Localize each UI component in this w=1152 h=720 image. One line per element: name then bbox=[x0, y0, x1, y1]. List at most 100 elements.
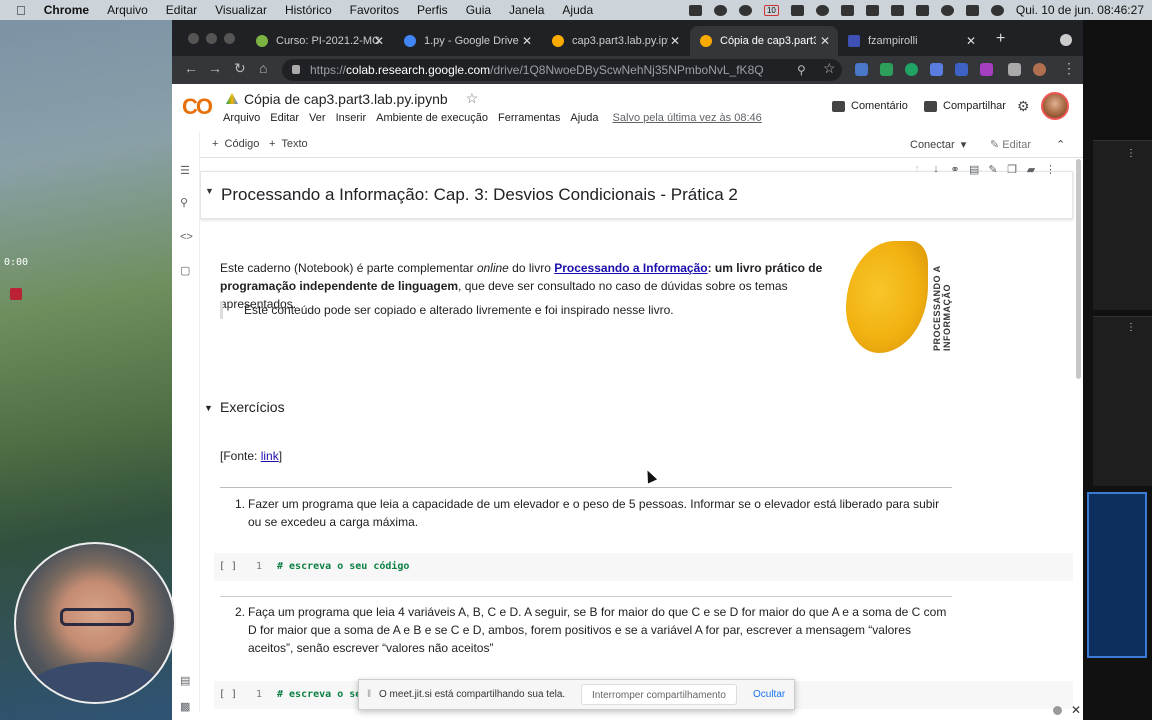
colab-menu-ajuda[interactable]: Ajuda bbox=[570, 112, 598, 124]
book-link[interactable]: Processando a Informação bbox=[554, 261, 707, 275]
record-stop-button[interactable] bbox=[10, 288, 22, 300]
tab-close-icon[interactable]: ✕ bbox=[966, 34, 976, 48]
tab-search-icon[interactable] bbox=[1060, 34, 1072, 46]
more-icon[interactable]: ⋮ bbox=[1126, 148, 1136, 159]
forward-icon[interactable]: → bbox=[208, 60, 222, 76]
last-saved-status[interactable]: Salvo pela última vez às 08:46 bbox=[613, 112, 762, 124]
files-folder-icon[interactable]: ▢ bbox=[180, 266, 192, 277]
code-comment[interactable]: # escreva o seu código bbox=[277, 561, 409, 572]
menu-guia[interactable]: Guia bbox=[466, 3, 491, 17]
menu-app-name[interactable]: Chrome bbox=[44, 3, 89, 17]
link-icon[interactable]: ⚭ bbox=[950, 163, 960, 176]
menu-editar[interactable]: Editar bbox=[166, 3, 197, 17]
profile-avatar-icon[interactable] bbox=[1033, 63, 1046, 76]
browser-tab-active[interactable]: Cópia de cap3.part3 ✕ bbox=[690, 26, 838, 56]
menu-clock[interactable]: Qui. 10 de jun. 08:46:27 bbox=[1016, 3, 1144, 17]
tab-close-icon[interactable]: ✕ bbox=[820, 34, 830, 48]
close-icon[interactable]: ✕ bbox=[1071, 703, 1081, 717]
cloud-icon[interactable] bbox=[790, 4, 804, 16]
drive-extension-icon[interactable] bbox=[880, 63, 893, 76]
comment-button[interactable]: Comentário bbox=[832, 100, 908, 112]
collapse-chevron-icon[interactable]: ⌃ bbox=[1056, 138, 1065, 151]
menu-janela[interactable]: Janela bbox=[509, 3, 544, 17]
lock-icon[interactable] bbox=[292, 65, 300, 74]
stop-sharing-button[interactable]: Interromper compartilhamento bbox=[581, 684, 737, 705]
run-cell-button[interactable]: [ ] bbox=[219, 561, 237, 572]
extension-icon[interactable] bbox=[930, 63, 943, 76]
reload-icon[interactable]: ↻ bbox=[234, 60, 246, 77]
connect-button[interactable]: Conectar ▾ bbox=[910, 138, 966, 151]
window-minimize-button[interactable] bbox=[206, 33, 217, 44]
browser-menu-icon[interactable]: ⋮ bbox=[1062, 60, 1076, 77]
notebook-scrollbar[interactable] bbox=[1076, 159, 1081, 379]
notebook-title[interactable]: Cópia de cap3.part3.lab.py.ipynb bbox=[244, 91, 448, 107]
browser-tab[interactable]: fzampirolli ✕ bbox=[838, 26, 984, 56]
colab-menu-ambiente[interactable]: Ambiente de execução bbox=[376, 112, 488, 124]
drag-handle-icon[interactable]: ‖ bbox=[367, 689, 371, 700]
notification-extension-icon[interactable] bbox=[980, 63, 993, 76]
settings-gear-icon[interactable]: ⚙ bbox=[1017, 98, 1030, 115]
more-icon[interactable]: ⋮ bbox=[1126, 322, 1136, 333]
new-tab-button[interactable]: + bbox=[996, 30, 1005, 48]
move-down-icon[interactable]: ↓ bbox=[931, 163, 941, 176]
address-bar[interactable]: https://colab.research.google.com/drive/… bbox=[282, 59, 842, 81]
battery-icon[interactable] bbox=[890, 4, 904, 16]
calendar-icon[interactable]: 10 bbox=[763, 4, 779, 16]
menu-ajuda[interactable]: Ajuda bbox=[562, 3, 593, 17]
volume-icon[interactable] bbox=[840, 4, 854, 16]
move-up-icon[interactable]: ↑ bbox=[912, 163, 922, 176]
copy-icon[interactable]: ❐ bbox=[1007, 163, 1017, 176]
search-icon[interactable]: ⚲ bbox=[797, 63, 806, 77]
hide-button[interactable]: Ocultar bbox=[753, 689, 785, 700]
colab-menu-inserir[interactable]: Inserir bbox=[336, 112, 367, 124]
edit-mode-button[interactable]: ✎ Editar bbox=[990, 138, 1031, 151]
browser-tab[interactable]: 1.py - Google Drive ✕ bbox=[394, 26, 540, 56]
more-icon[interactable]: ⋮ bbox=[1045, 163, 1056, 176]
apple-icon[interactable]:  bbox=[16, 3, 26, 18]
add-code-button[interactable]: + Código bbox=[212, 138, 259, 150]
back-icon[interactable]: ← bbox=[184, 60, 198, 76]
background-window[interactable] bbox=[1093, 316, 1152, 486]
share-button[interactable]: Compartilhar bbox=[924, 100, 1006, 112]
browser-tab[interactable]: Curso: PI-2021.2-MC ✕ bbox=[246, 26, 392, 56]
siri-icon[interactable] bbox=[990, 4, 1004, 16]
add-text-button[interactable]: + Texto bbox=[269, 138, 308, 150]
delete-icon[interactable]: ▰ bbox=[1026, 163, 1036, 176]
star-icon[interactable]: ☆ bbox=[466, 90, 479, 107]
colab-menu-editar[interactable]: Editar bbox=[270, 112, 299, 124]
gear-icon[interactable] bbox=[738, 4, 752, 16]
home-icon[interactable]: ⌂ bbox=[259, 60, 267, 76]
run-cell-button[interactable]: [ ] bbox=[219, 689, 237, 700]
edit-pencil-icon[interactable]: ✎ bbox=[988, 163, 998, 176]
comment-icon[interactable]: ▤ bbox=[969, 163, 979, 176]
colab-menu-ferramentas[interactable]: Ferramentas bbox=[498, 112, 560, 124]
grammarly-extension-icon[interactable] bbox=[905, 63, 918, 76]
source-link[interactable]: link bbox=[261, 449, 279, 463]
search-icon[interactable]: ⚲ bbox=[180, 198, 192, 209]
command-palette-icon[interactable]: ▤ bbox=[180, 676, 192, 687]
avatar[interactable] bbox=[1041, 92, 1069, 120]
colab-menu-ver[interactable]: Ver bbox=[309, 112, 326, 124]
toc-icon[interactable]: ☰ bbox=[180, 166, 192, 177]
puzzle-extensions-icon[interactable] bbox=[1008, 63, 1021, 76]
browser-tab[interactable]: cap3.part3.lab.py.ipyn ✕ bbox=[542, 26, 688, 56]
menu-visualizar[interactable]: Visualizar bbox=[215, 3, 267, 17]
collapse-caret-icon[interactable]: ▼ bbox=[205, 186, 214, 196]
collapse-caret-icon[interactable]: ▼ bbox=[204, 403, 213, 413]
menu-perfis[interactable]: Perfis bbox=[417, 3, 448, 17]
background-window[interactable] bbox=[1093, 140, 1152, 310]
background-window-thumbnail[interactable] bbox=[1087, 492, 1147, 658]
tab-close-icon[interactable]: ✕ bbox=[670, 34, 680, 48]
bluetooth-icon[interactable] bbox=[865, 4, 879, 16]
wifi-icon[interactable] bbox=[915, 4, 929, 16]
menu-historico[interactable]: Histórico bbox=[285, 3, 332, 17]
code-snippets-icon[interactable]: <> bbox=[180, 232, 193, 243]
colab-logo[interactable]: CO bbox=[182, 94, 213, 120]
code-cell[interactable]: [ ] 1 # escreva o seu código bbox=[214, 553, 1073, 581]
search-icon[interactable] bbox=[940, 4, 954, 16]
tab-close-icon[interactable]: ✕ bbox=[522, 34, 532, 48]
menu-arquivo[interactable]: Arquivo bbox=[107, 3, 148, 17]
clock-icon[interactable] bbox=[815, 4, 829, 16]
colab-menu-arquivo[interactable]: Arquivo bbox=[223, 112, 260, 124]
control-center-icon[interactable] bbox=[965, 4, 979, 16]
